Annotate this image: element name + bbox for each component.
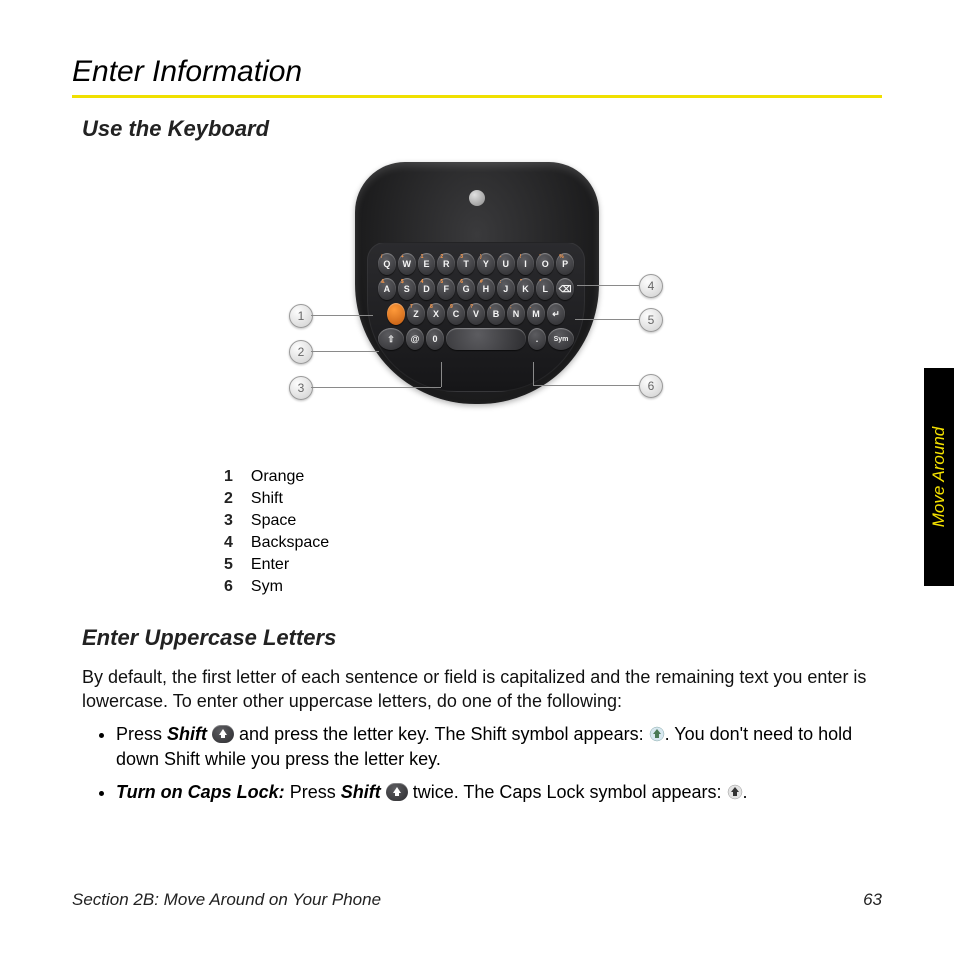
callout-4: 4: [639, 274, 663, 298]
key-p: %P: [556, 253, 574, 275]
footer-section-label: Section 2B: Move Around on Your Phone: [72, 890, 381, 910]
title-rule: [72, 95, 882, 98]
key-x: 8X: [427, 303, 445, 325]
key-n: ;N: [507, 303, 525, 325]
key-z: 7Z: [407, 303, 425, 325]
shift-symbol-icon: [649, 724, 665, 740]
key-m: .M: [527, 303, 545, 325]
shift-key-icon: [386, 783, 408, 801]
key-sym: Sym: [548, 328, 574, 350]
footer-page-number: 63: [863, 890, 882, 910]
phone-body: /Q +W 1E 2R 3T )Y -U !I 'O %P &A $S: [355, 162, 599, 404]
callout-6: 6: [639, 374, 663, 398]
key-f: 5F: [437, 278, 455, 300]
key-h: #H: [477, 278, 495, 300]
key-k: "K: [517, 278, 535, 300]
key-backspace: ⌫: [556, 278, 574, 300]
keyboard-figure: /Q +W 1E 2R 3T )Y -U !I 'O %P &A $S: [72, 156, 882, 447]
intro-paragraph: By default, the first letter of each sen…: [82, 665, 872, 714]
callout-line-3b: [441, 362, 442, 387]
key-d: 4D: [418, 278, 436, 300]
callout-line-2: [311, 351, 379, 352]
page-footer: Section 2B: Move Around on Your Phone 63: [72, 890, 882, 910]
callout-line-5: [575, 319, 639, 320]
callout-2: 2: [289, 340, 313, 364]
key-space: [446, 328, 526, 350]
callout-line-3a: [311, 387, 441, 388]
key-c: 9C: [447, 303, 465, 325]
key-b: ,B: [487, 303, 505, 325]
key-y: )Y: [477, 253, 495, 275]
key-period: .: [528, 328, 546, 350]
key-a: &A: [378, 278, 396, 300]
callout-legend: 1Orange 2Shift 3Space 4Backspace 5Enter …: [222, 465, 331, 599]
key-e: 1E: [418, 253, 436, 275]
key-j: :J: [497, 278, 515, 300]
key-i: !I: [517, 253, 535, 275]
page-title: Enter Information: [72, 55, 882, 89]
key-w: +W: [398, 253, 416, 275]
callout-3: 3: [289, 376, 313, 400]
key-t: 3T: [457, 253, 475, 275]
key-s: $S: [398, 278, 416, 300]
key-enter: ↵: [547, 303, 565, 325]
callout-5: 5: [639, 308, 663, 332]
callout-line-1: [311, 315, 373, 316]
section-heading-keyboard: Use the Keyboard: [82, 116, 882, 142]
callout-1: 1: [289, 304, 313, 328]
key-v: ?V: [467, 303, 485, 325]
phone-keyboard: /Q +W 1E 2R 3T )Y -U !I 'O %P &A $S: [367, 242, 585, 392]
shift-key-icon: [212, 725, 234, 743]
section-heading-uppercase: Enter Uppercase Letters: [82, 625, 882, 651]
key-q: /Q: [378, 253, 396, 275]
list-item: Turn on Caps Lock: Press Shift twice. Th…: [116, 780, 872, 805]
callout-line-4: [577, 285, 639, 286]
key-shift: ⇧: [378, 328, 404, 350]
key-o: 'O: [536, 253, 554, 275]
key-at: @: [406, 328, 424, 350]
key-l: *L: [536, 278, 554, 300]
phone-mirror-dot: [469, 190, 485, 206]
key-u: -U: [497, 253, 515, 275]
key-g: 6G: [457, 278, 475, 300]
callout-line-6b: [533, 362, 534, 385]
key-zero: 0: [426, 328, 444, 350]
side-tab-move-around: Move Around: [924, 368, 954, 586]
instruction-list: Press Shift and press the letter key. Th…: [100, 722, 872, 806]
key-orange: [387, 303, 405, 325]
key-r: 2R: [437, 253, 455, 275]
list-item: Press Shift and press the letter key. Th…: [116, 722, 872, 772]
callout-line-6a: [533, 385, 639, 386]
caps-lock-symbol-icon: [727, 782, 743, 798]
